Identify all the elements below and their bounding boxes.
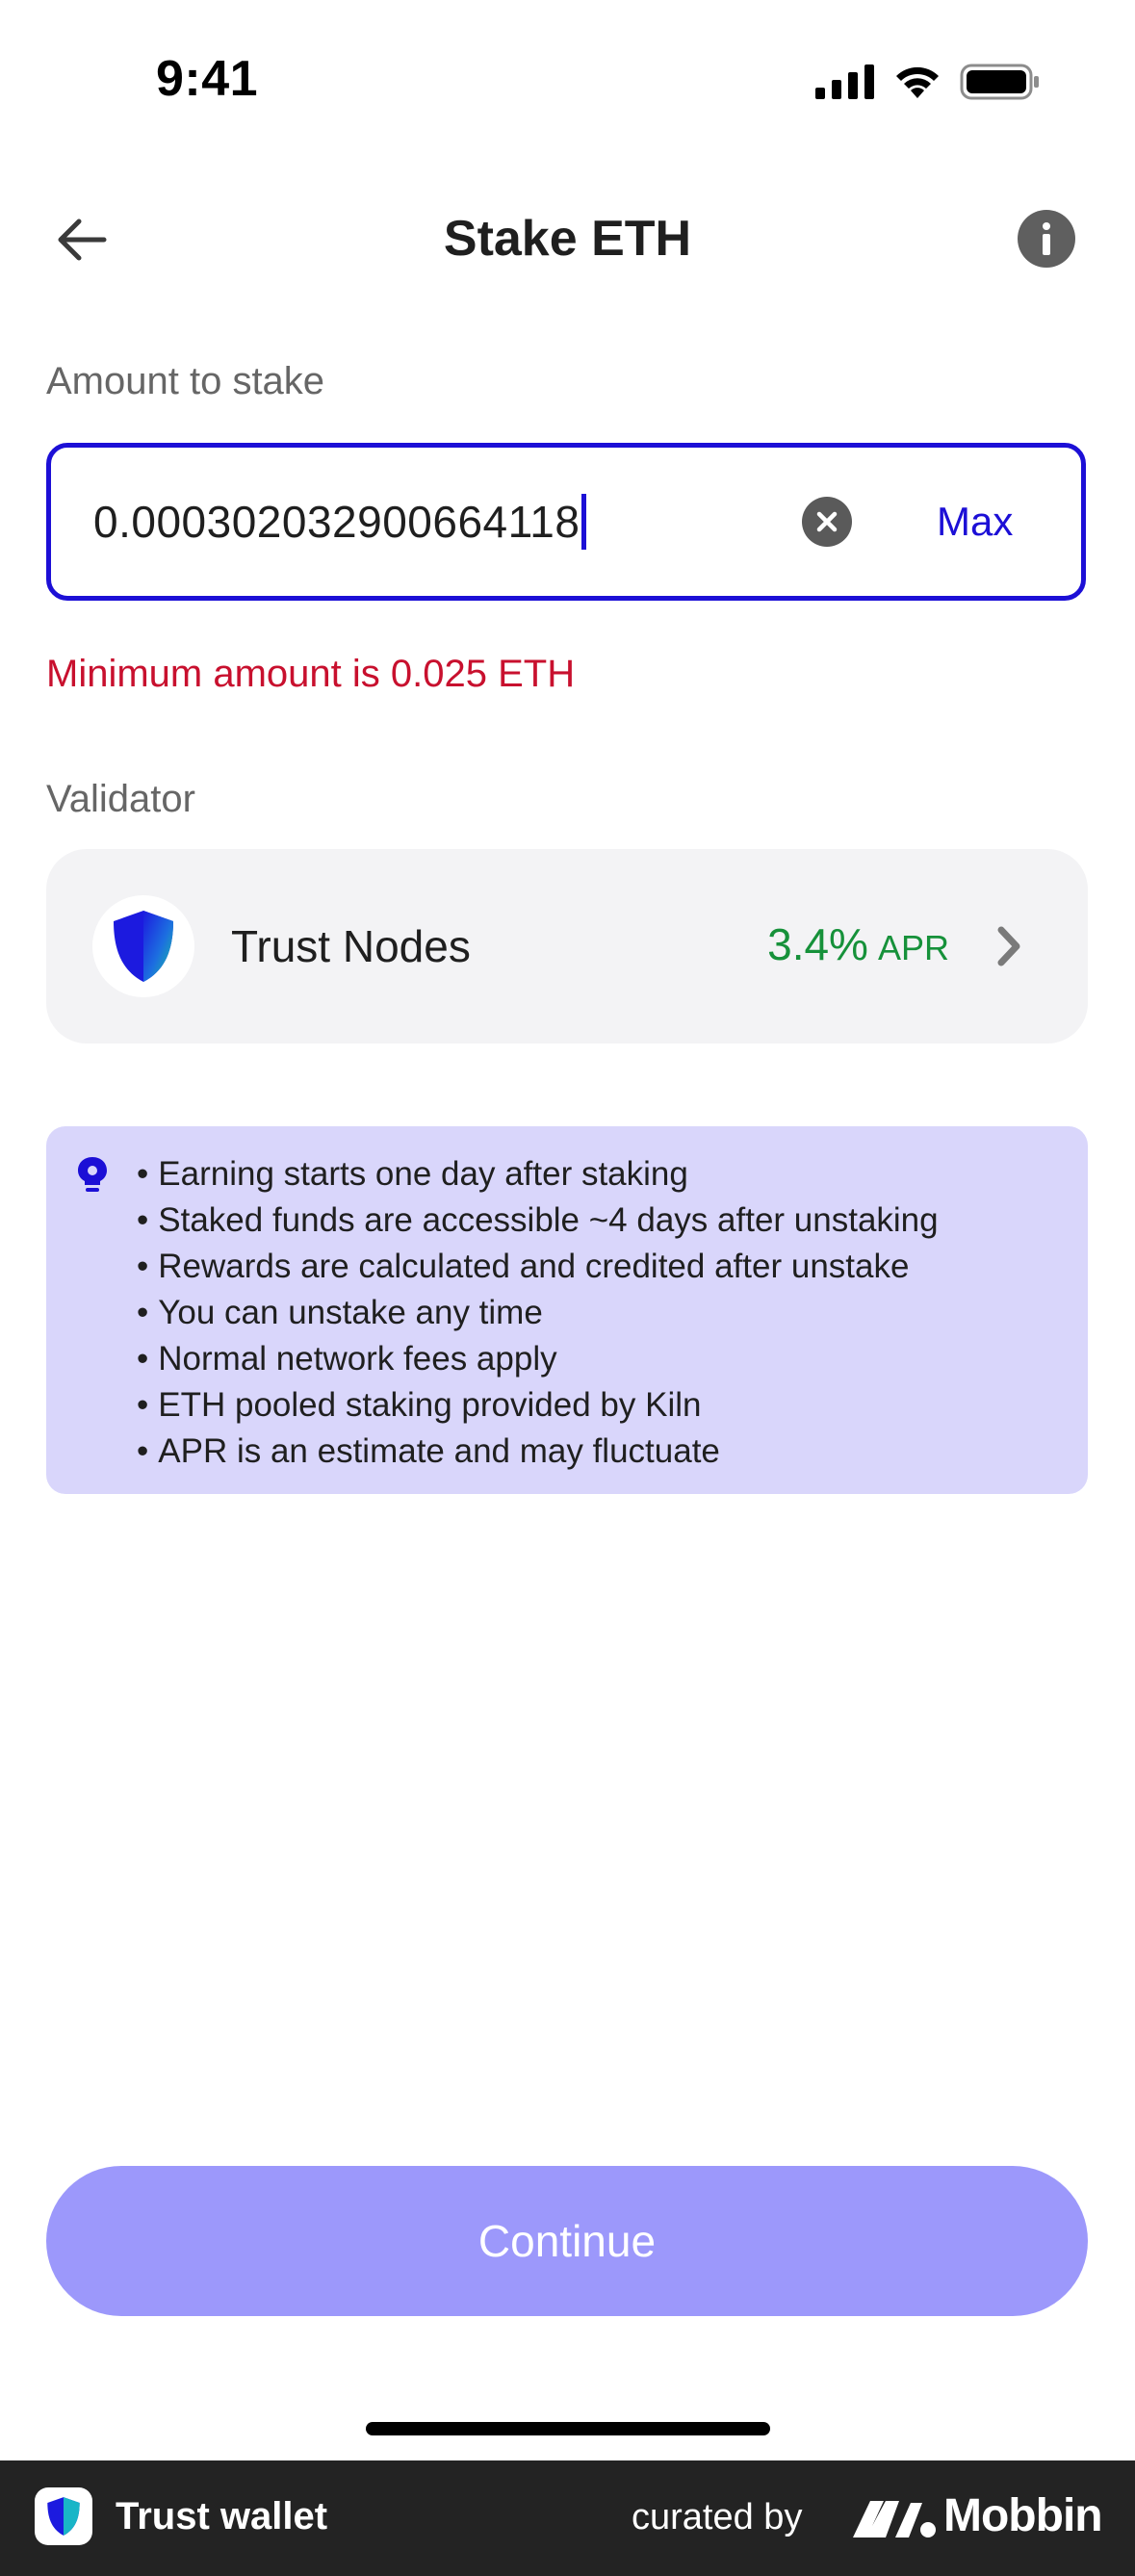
validator-apr: 3.4% APR (767, 918, 949, 970)
error-message: Minimum amount is 0.025 ETH (46, 653, 576, 695)
validator-avatar (92, 895, 194, 997)
amount-value: 0.000302032900664118 (93, 497, 580, 547)
chevron-right-icon (997, 926, 1020, 966)
validator-name: Trust Nodes (231, 921, 471, 971)
battery-icon (960, 64, 1039, 100)
info-icon (1043, 222, 1050, 255)
max-button[interactable]: Max (937, 448, 1013, 596)
text-caret (581, 494, 587, 550)
clear-icon (816, 511, 838, 532)
footer-bar: Trust wallet curated by Mobbin (0, 2460, 1135, 2576)
shield-icon (114, 911, 173, 982)
apr-unit: APR (877, 928, 949, 967)
status-icons (815, 64, 1041, 100)
home-indicator (366, 2422, 770, 2435)
info-item: Earning starts one day after staking (137, 1151, 939, 1198)
continue-button[interactable]: Continue (46, 2166, 1088, 2316)
info-item: Staked funds are accessible ~4 days afte… (137, 1198, 938, 1244)
info-item: Rewards are calculated and credited afte… (137, 1244, 939, 1290)
shield-icon (47, 2497, 80, 2536)
lightbulb-icon (78, 1157, 107, 1192)
info-item: APR is an estimate and may fluctuate (137, 1429, 939, 1475)
status-time: 9:41 (156, 51, 259, 107)
footer-curated: curated by (632, 2497, 803, 2537)
apr-value: 3.4% (767, 919, 868, 969)
validator-label: Validator (46, 778, 195, 820)
footer-mobbin: Mobbin (943, 2490, 1103, 2541)
page-title: Stake ETH (443, 211, 692, 267)
clear-button[interactable] (802, 497, 852, 547)
info-item: You can unstake any time (137, 1290, 939, 1336)
info-item: ETH pooled staking provided by Kiln (137, 1382, 939, 1429)
signal-icon (815, 64, 874, 99)
staking-info-box: Earning starts one day after staking Sta… (46, 1126, 1088, 1494)
info-list: Earning starts one day after staking Sta… (137, 1151, 939, 1475)
wifi-icon (896, 66, 939, 98)
trust-wallet-logo (35, 2487, 92, 2545)
footer-brand: Trust wallet (116, 2495, 328, 2537)
amount-label: Amount to stake (46, 360, 325, 402)
info-item: Normal network fees apply (137, 1336, 939, 1382)
info-button[interactable] (1018, 210, 1075, 268)
amount-input-box[interactable]: 0.000302032900664118 Max (46, 443, 1086, 601)
stake-eth-screen: 9:41 Stake ETH Amount to stake 0.0003020… (0, 0, 1135, 2576)
mobbin-logo-icon (853, 2501, 936, 2537)
amount-input[interactable]: 0.000302032900664118 (93, 448, 587, 596)
validator-selector[interactable]: Trust Nodes 3.4% APR (46, 849, 1088, 1043)
